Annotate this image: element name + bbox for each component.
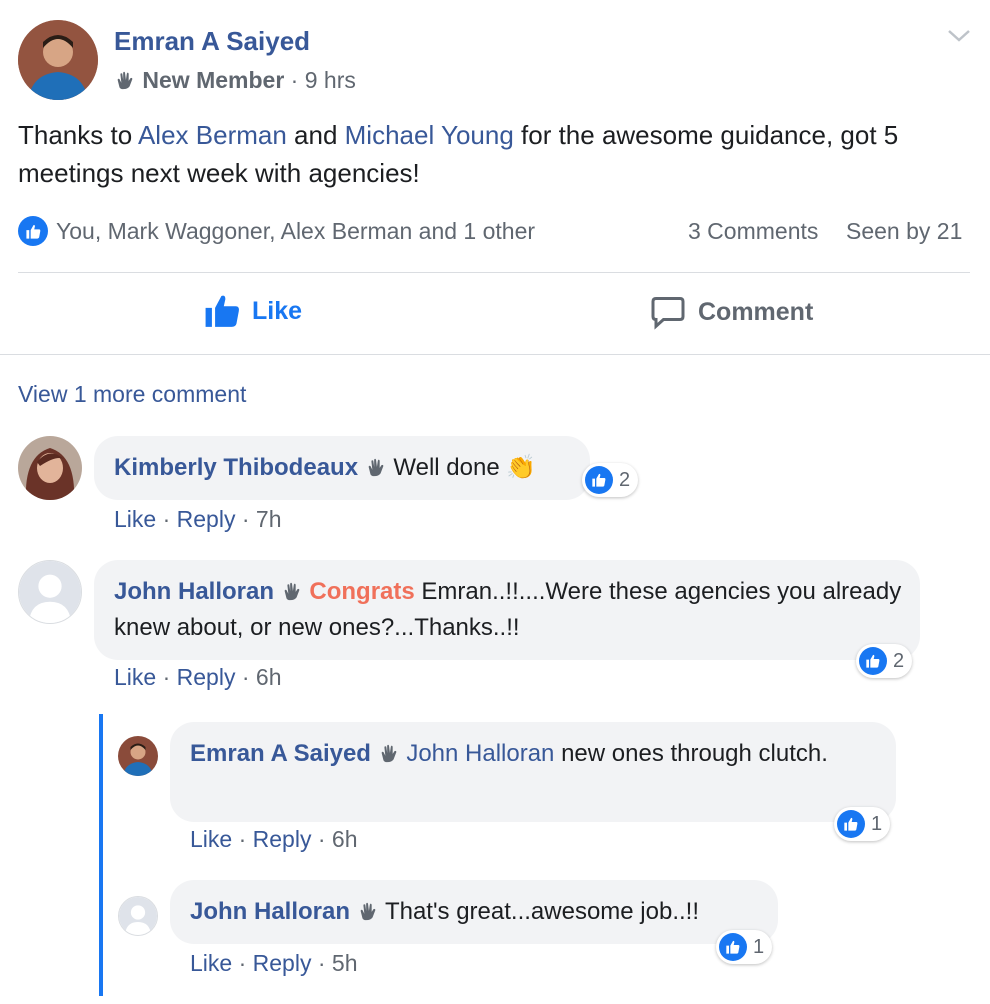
commenter-avatar[interactable]: [18, 560, 82, 624]
post-text: Thanks to Alex Berman and Michael Young …: [18, 116, 948, 192]
like-button-label: Like: [252, 296, 303, 325]
comment-text: Well done: [386, 454, 507, 481]
mention-alex-berman[interactable]: Alex Berman: [138, 120, 287, 150]
replier-avatar[interactable]: [118, 736, 158, 776]
reply-reaction-count[interactable]: 1: [834, 807, 891, 841]
thumbs-up-icon: [205, 295, 239, 327]
reaction-count: 1: [753, 935, 765, 958]
wave-hand-icon: [368, 458, 384, 477]
default-user-icon: [119, 897, 157, 935]
wave-hand-icon: [381, 744, 396, 763]
separator: ·: [311, 950, 332, 976]
separator: ·: [232, 826, 253, 852]
reply-actions: Like · Reply · 5h: [190, 950, 358, 977]
view-more-comments[interactable]: View 1 more comment: [18, 381, 246, 408]
author-avatar[interactable]: [18, 20, 98, 100]
post-text-part: Thanks to: [18, 120, 138, 150]
highlighted-word: Congrats: [309, 578, 415, 605]
post-time[interactable]: 9 hrs: [305, 67, 356, 93]
commenter-avatar[interactable]: [18, 436, 82, 500]
reply-text: new ones through clutch.: [554, 740, 828, 767]
comment-button[interactable]: Comment: [650, 294, 813, 330]
person-photo-icon: [118, 736, 158, 776]
like-button[interactable]: Like: [204, 292, 302, 330]
comments-count[interactable]: 3 Comments: [688, 218, 818, 245]
reply-actions: Like · Reply · 6h: [190, 826, 358, 853]
post-options-chevron[interactable]: [946, 28, 972, 49]
post-meta: New Member · 9 hrs: [114, 67, 356, 94]
chevron-down-icon: [948, 30, 970, 42]
reply-bubble: John Halloran That's great...awesome job…: [170, 880, 778, 944]
person-photo-icon: [18, 20, 98, 100]
like-reaction-icon: [585, 466, 613, 494]
post-author-name[interactable]: Emran A Saiyed: [114, 26, 310, 56]
person-photo-icon: [18, 436, 82, 500]
comment-body: John Halloran Congrats Emran..!!....Were…: [114, 574, 904, 646]
reply-bubble: Emran A Saiyed John Halloran new ones th…: [170, 722, 896, 822]
clapping-hands-icon: 👏: [506, 454, 537, 481]
comment-bubble: Kimberly Thibodeaux Well done 👏: [94, 436, 590, 500]
comment-reply-link[interactable]: Reply: [177, 506, 236, 532]
reply-text: That's great...awesome job..!!: [378, 898, 699, 925]
reply-author[interactable]: Emran A Saiyed: [190, 740, 371, 767]
divider: [0, 354, 990, 355]
reaction-count: 2: [893, 649, 905, 672]
reaction-count: 1: [871, 812, 883, 835]
separator: ·: [232, 950, 253, 976]
comment-actions: Like · Reply · 7h: [114, 506, 282, 533]
separator: ·: [235, 506, 256, 532]
separator: ·: [156, 506, 177, 532]
replier-avatar[interactable]: [118, 896, 158, 936]
reply-reaction-count[interactable]: 1: [716, 930, 773, 964]
reply-body: Emran A Saiyed John Halloran new ones th…: [190, 736, 870, 772]
reply-body: John Halloran That's great...awesome job…: [190, 894, 699, 930]
reply-like-link[interactable]: Like: [190, 826, 232, 852]
like-reaction-icon: [859, 647, 887, 675]
like-reaction-icon: [719, 933, 747, 961]
reply-reply-link[interactable]: Reply: [253, 826, 312, 852]
comment-reaction-count[interactable]: 2: [856, 644, 913, 678]
comment-like-link[interactable]: Like: [114, 506, 156, 532]
post-author[interactable]: Emran A Saiyed: [114, 26, 310, 57]
post-text-part: and: [286, 120, 345, 150]
separator: ·: [156, 664, 177, 690]
reaction-count: 2: [619, 468, 631, 491]
comment-time[interactable]: 6h: [256, 664, 282, 690]
divider: [18, 272, 970, 273]
wave-hand-icon: [360, 902, 376, 921]
seen-by[interactable]: Seen by 21: [846, 218, 962, 245]
like-reaction-icon: [837, 810, 865, 838]
reactions-summary[interactable]: You, Mark Waggoner, Alex Berman and 1 ot…: [18, 216, 535, 246]
default-user-icon: [19, 561, 81, 623]
comment-body: Kimberly Thibodeaux Well done 👏: [114, 450, 536, 486]
likes-summary-text[interactable]: You, Mark Waggoner, Alex Berman and 1 ot…: [56, 218, 535, 245]
member-badge: New Member: [142, 67, 285, 93]
reply-time[interactable]: 5h: [332, 950, 358, 976]
comment-time[interactable]: 7h: [256, 506, 282, 532]
comment-author[interactable]: John Halloran: [114, 578, 274, 605]
separator: ·: [284, 67, 305, 93]
comment-author[interactable]: Kimberly Thibodeaux: [114, 454, 358, 481]
comment-button-label: Comment: [698, 297, 814, 326]
comment-bubble-icon: [651, 297, 685, 330]
wave-hand-icon: [284, 582, 300, 601]
comment-bubble: John Halloran Congrats Emran..!!....Were…: [94, 560, 920, 660]
reply-time[interactable]: 6h: [332, 826, 358, 852]
reply-reply-link[interactable]: Reply: [253, 950, 312, 976]
comment-reply-link[interactable]: Reply: [177, 664, 236, 690]
mention-michael-young[interactable]: Michael Young: [345, 120, 514, 150]
separator: ·: [235, 664, 256, 690]
comment-like-link[interactable]: Like: [114, 664, 156, 690]
reply-author[interactable]: John Halloran: [190, 898, 350, 925]
mention-john-halloran[interactable]: John Halloran: [406, 740, 554, 767]
like-reaction-icon: [18, 216, 48, 246]
reply-like-link[interactable]: Like: [190, 950, 232, 976]
comment-reaction-count[interactable]: 2: [582, 463, 639, 497]
comment-actions: Like · Reply · 6h: [114, 664, 282, 691]
reply-thread-line: [99, 714, 103, 996]
wave-hand-icon: [117, 71, 133, 90]
separator: ·: [311, 826, 332, 852]
